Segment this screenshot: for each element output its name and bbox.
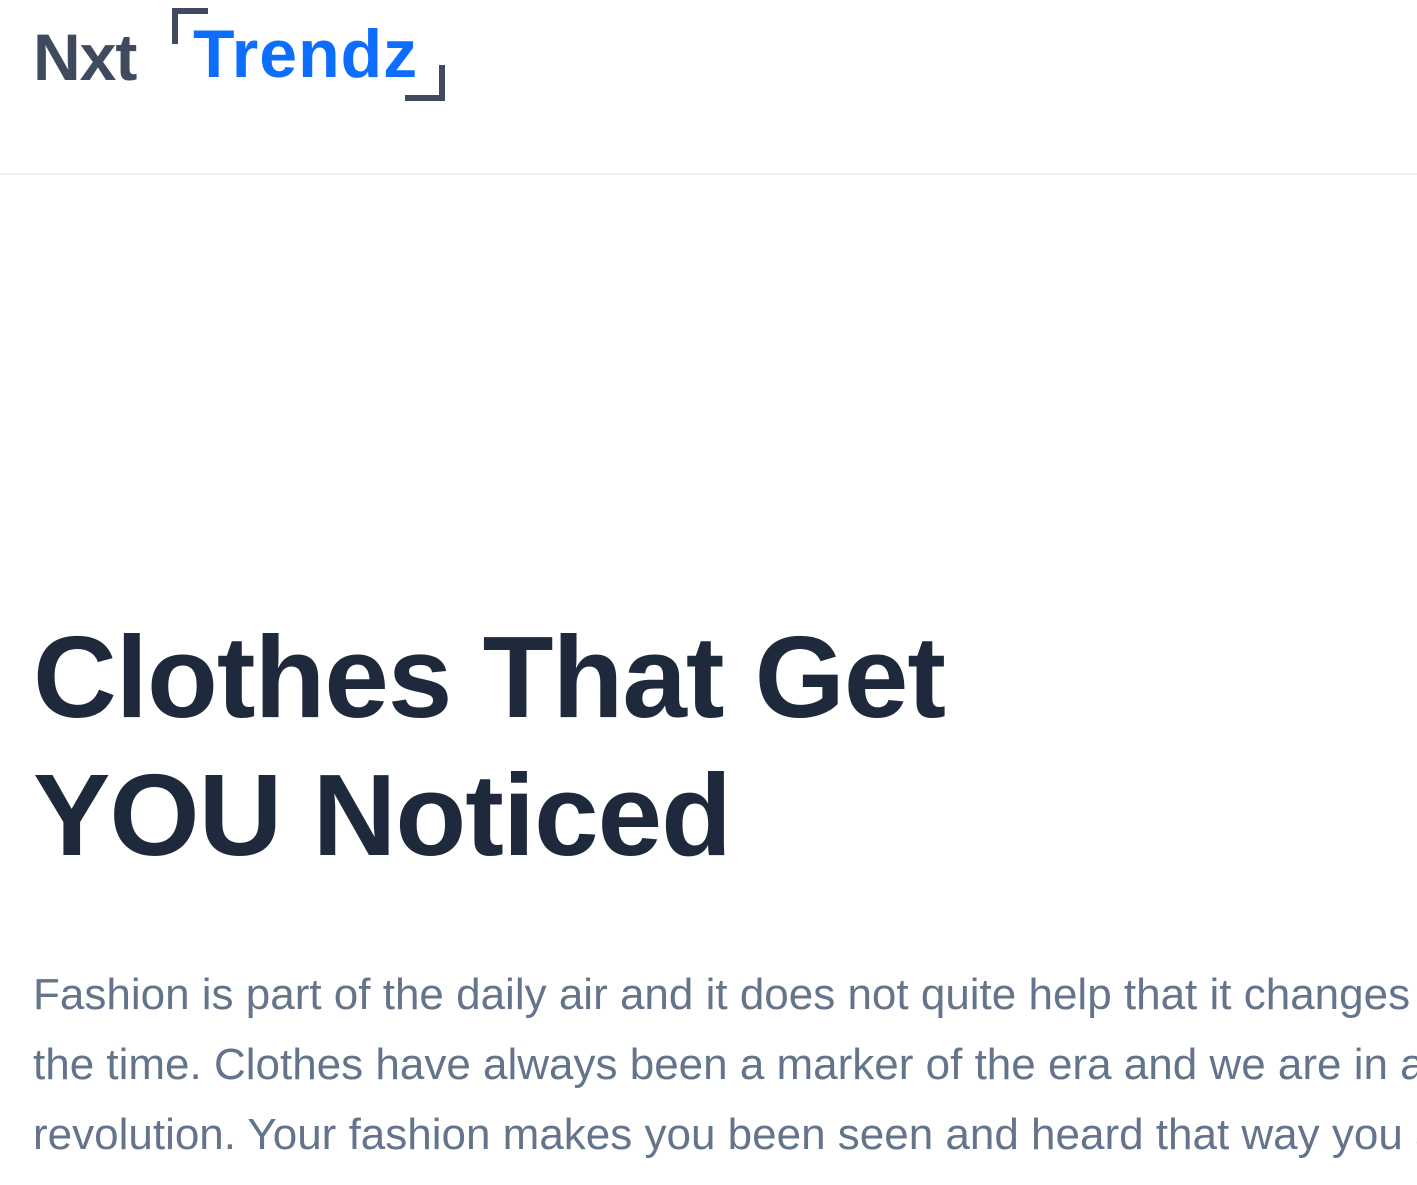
hero-section: Clothes That Get YOU Noticed Fashion is …	[33, 608, 1417, 1185]
logo-nxt-text: Nxt	[33, 20, 137, 94]
logo-trendz-text: Trendz	[193, 16, 419, 92]
logo-bracket-bottom-right	[405, 65, 445, 101]
hero-description: Fashion is part of the daily air and it …	[33, 970, 1417, 1159]
website-logo[interactable]: Nxt Trendz	[33, 8, 453, 108]
hero-heading: Clothes That Get YOU Noticed	[33, 612, 946, 880]
navbar: Nxt Trendz	[0, 0, 1417, 175]
